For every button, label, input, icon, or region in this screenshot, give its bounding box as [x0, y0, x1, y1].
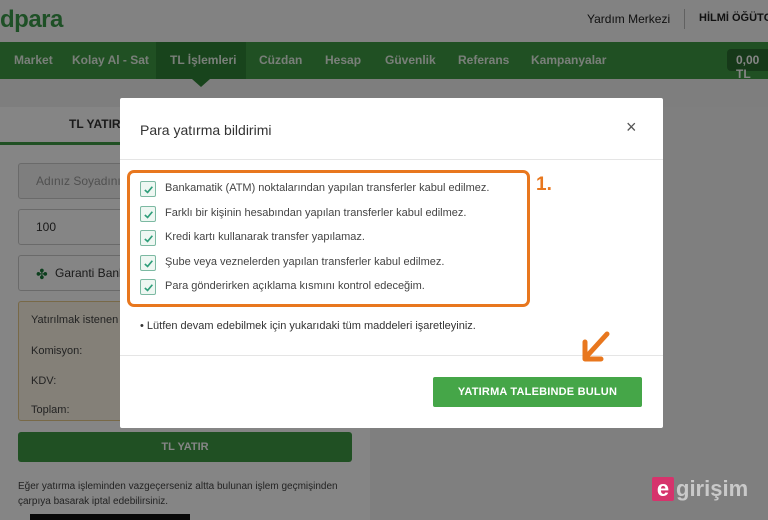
- checklist-label: Para gönderirken açıklama kısmını kontro…: [165, 280, 425, 292]
- submit-deposit-request-button[interactable]: YATIRMA TALEBINDE BULUN: [433, 377, 642, 407]
- watermark-badge: e: [652, 477, 674, 501]
- checkbox[interactable]: [140, 230, 156, 246]
- check-icon: [144, 186, 153, 194]
- checklist-label: Farklı bir kişinin hesabından yapılan tr…: [165, 207, 467, 219]
- checklist-label: Bankamatik (ATM) noktalarından yapılan t…: [165, 182, 490, 194]
- watermark-text: girişim: [676, 476, 749, 501]
- check-icon: [144, 284, 153, 292]
- check-icon: [144, 260, 153, 268]
- checkbox[interactable]: [140, 255, 156, 271]
- checkbox[interactable]: [140, 206, 156, 222]
- checkbox[interactable]: [140, 279, 156, 295]
- checklist-label: Kredi kartı kullanarak transfer yapılama…: [165, 231, 365, 243]
- checkbox[interactable]: [140, 181, 156, 197]
- check-icon: [144, 211, 153, 219]
- required-notice: • Lütfen devam edebilmek için yukarıdaki…: [140, 320, 476, 332]
- deposit-notice-modal: Para yatırma bildirimi × 1. Bankamatik (…: [120, 98, 663, 428]
- modal-title: Para yatırma bildirimi: [140, 122, 272, 138]
- check-icon: [144, 235, 153, 243]
- egirisim-watermark: e girişim: [652, 476, 748, 502]
- modal-divider-top: [120, 159, 663, 160]
- annotation-arrow-icon: [582, 331, 610, 362]
- close-icon[interactable]: ×: [626, 117, 637, 138]
- checklist-label: Şube veya veznelerden yapılan transferle…: [165, 256, 445, 268]
- step-annotation: 1.: [536, 174, 552, 195]
